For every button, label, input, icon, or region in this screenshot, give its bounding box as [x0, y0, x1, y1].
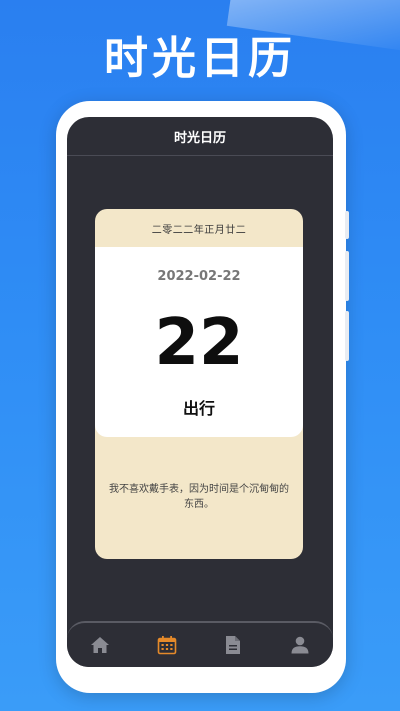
phone-side-button: [345, 251, 349, 301]
document-icon: [226, 636, 241, 654]
calendar-card: 二零二二年正月廿二 2022-02-22 22 出行 我不喜欢戴手表，因为时间是…: [95, 209, 303, 559]
day-advice: 出行: [182, 399, 215, 418]
gregorian-date: 2022-02-22: [157, 269, 241, 284]
phone-frame: 时光日历 二零二二年正月廿二 2022-02-22 22 出行 我不喜欢戴手表，…: [56, 101, 349, 693]
tab-profile[interactable]: [280, 627, 320, 663]
tab-documents[interactable]: [213, 627, 253, 663]
phone-side-button: [345, 311, 349, 361]
lunar-date: 二零二二年正月廿二: [151, 224, 247, 236]
app-header: 时光日历: [67, 117, 333, 156]
tab-calendar[interactable]: [147, 627, 187, 663]
day-number: 22: [154, 306, 244, 380]
home-icon: [91, 637, 110, 653]
daily-quote: 我不喜欢戴手表，因为时间是个沉甸甸的东西。: [109, 484, 289, 510]
date-panel: 2022-02-22 22 出行: [95, 247, 303, 437]
phone-side-button: [345, 211, 349, 239]
user-icon: [291, 636, 309, 654]
calendar-icon: [157, 636, 177, 655]
app-screen: 时光日历 二零二二年正月廿二 2022-02-22 22 出行 我不喜欢戴手表，…: [67, 117, 333, 667]
bottom-tab-bar: [67, 621, 333, 667]
tab-home[interactable]: [80, 627, 120, 663]
app-title: 时光日历: [173, 130, 226, 146]
promo-title: 时光日历: [104, 33, 296, 84]
